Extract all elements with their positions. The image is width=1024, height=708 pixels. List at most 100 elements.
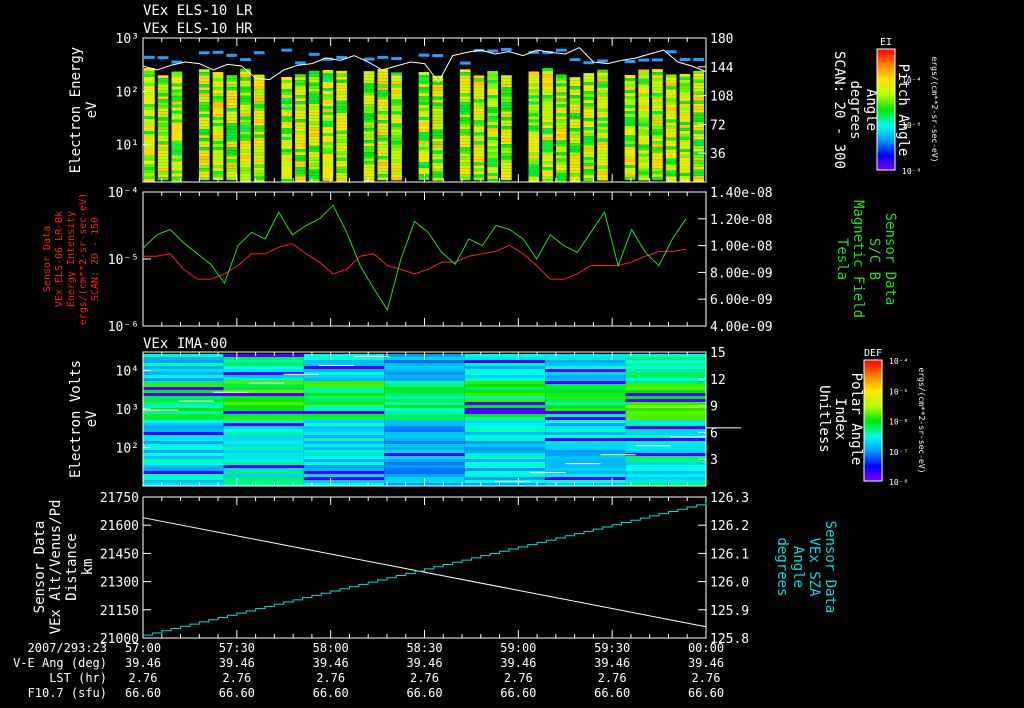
spectrogram-cell <box>144 83 155 87</box>
spectrogram-cell <box>322 97 334 101</box>
spectrogram-cell <box>624 159 636 163</box>
spectrogram-cell <box>625 396 706 399</box>
spectrogram-cell <box>198 150 210 154</box>
colorbar-band <box>864 425 882 426</box>
colorbar-band <box>864 458 882 459</box>
spectrogram-cell <box>542 119 553 123</box>
spectrogram-cell <box>665 176 677 180</box>
spectrogram-cell <box>281 172 293 176</box>
spectrogram-cell <box>157 171 169 175</box>
spectrogram-cell <box>473 126 485 130</box>
spectrogram-cell <box>432 135 444 139</box>
spectrogram-cell <box>679 151 691 155</box>
spectrogram-cell <box>363 146 375 150</box>
colorbar-band <box>877 124 895 125</box>
colorbar-band <box>877 137 895 138</box>
spectrogram-cell <box>240 104 251 108</box>
spectrogram-cell <box>212 78 224 82</box>
colorbar-band <box>864 363 882 364</box>
spectrogram-cell <box>143 447 224 450</box>
spectrogram-cell <box>253 128 265 132</box>
spectrogram-cell <box>144 116 155 120</box>
spectrogram-cell <box>226 78 238 82</box>
colorbar-band <box>864 368 882 369</box>
spectrogram-cell <box>487 134 499 138</box>
spectrogram-cell <box>303 399 385 402</box>
spectrogram-cell <box>418 126 430 130</box>
y-tick-label: 10² <box>116 441 139 456</box>
spectrogram-cell <box>418 120 430 124</box>
spectrogram-cell <box>432 120 444 124</box>
spectrogram-cell <box>693 109 704 113</box>
colorbar-band <box>877 166 895 167</box>
spectrogram-cell <box>569 101 581 105</box>
spectrogram-cell <box>377 156 389 160</box>
spectrogram-cell <box>363 140 375 144</box>
spectrogram-cell <box>597 96 608 100</box>
spectrogram-cell <box>473 171 485 175</box>
spectrogram-cell <box>583 169 595 173</box>
spectrogram-cell <box>223 360 304 363</box>
spectrogram-cell <box>223 357 304 360</box>
spectrogram-cell <box>171 170 183 174</box>
spectrogram-cell <box>377 108 389 112</box>
spectrogram-cell <box>624 87 636 91</box>
spectrogram-cell <box>583 85 595 89</box>
spectrogram-cell <box>144 149 155 153</box>
spectrogram-cell <box>303 393 385 396</box>
spectrogram-cell <box>157 144 169 148</box>
spectrogram-cell <box>542 80 553 84</box>
spectrogram-cell <box>693 70 704 74</box>
colorbar-band <box>877 76 895 77</box>
colorbar-band <box>877 144 895 145</box>
colorbar-band <box>864 423 882 424</box>
spectrogram-cell <box>459 147 471 151</box>
spectrogram-cell <box>377 114 389 118</box>
spectrogram-cell <box>459 174 471 178</box>
spectrogram-cell <box>336 94 347 98</box>
spectrogram-cell <box>363 161 375 165</box>
spectrogram-cell <box>542 140 553 144</box>
spectrogram-cell <box>253 86 265 90</box>
spectrogram-cell <box>322 142 334 146</box>
spectrogram-cell <box>240 128 251 132</box>
spectrogram-cell <box>652 177 663 181</box>
spectrogram-cell <box>473 153 485 157</box>
spectrogram-cell <box>638 69 650 73</box>
x-row-label: V-E Ang (deg) <box>13 656 107 670</box>
spectrogram-cell <box>624 156 636 160</box>
spectrogram-cell <box>597 75 608 79</box>
spectrogram-cell <box>625 375 706 378</box>
y-right-axis-label: SCAN: 20 - 300degreesAngleVEx ELS-10 LRP… <box>831 51 911 169</box>
spectrogram-cell <box>157 120 169 124</box>
x-row-value: 66.60 <box>594 686 630 700</box>
spectrogram-cell <box>391 132 402 136</box>
y-tick-label: 21450 <box>100 547 139 562</box>
spectrogram-cell <box>597 87 608 91</box>
colorbar-band <box>864 408 882 409</box>
spectrogram-cell <box>223 405 304 408</box>
spectrogram-cell <box>223 426 304 429</box>
spectrogram-cell <box>665 80 677 84</box>
spectrogram-cell <box>569 113 581 117</box>
colorbar-tick-label: 10⁻⁸ <box>889 478 908 487</box>
spectrogram-cell <box>240 149 251 153</box>
spectrogram-cell <box>281 160 293 164</box>
spectrogram-cell <box>253 107 265 111</box>
spectrogram-cell <box>253 101 265 105</box>
spectrogram-cell <box>143 471 224 474</box>
spectrogram-cell <box>583 121 595 125</box>
spectrogram-cell <box>391 126 402 130</box>
spectrogram-cell <box>303 378 385 381</box>
spectrogram-cell <box>303 480 385 483</box>
spectrogram-cell <box>212 132 224 136</box>
spectrogram-cell <box>198 135 210 139</box>
colorbar-tick-label: 10⁻⁸ <box>902 167 921 176</box>
spectrogram-cell <box>253 170 265 174</box>
spectrogram-cell <box>459 99 471 103</box>
colorbar-band <box>877 135 895 136</box>
y-axis-label-line: Electron Volts <box>68 360 84 478</box>
spectrogram-cell <box>226 177 238 181</box>
spectrogram-cell <box>679 115 691 119</box>
spectrogram-cell <box>198 165 210 169</box>
